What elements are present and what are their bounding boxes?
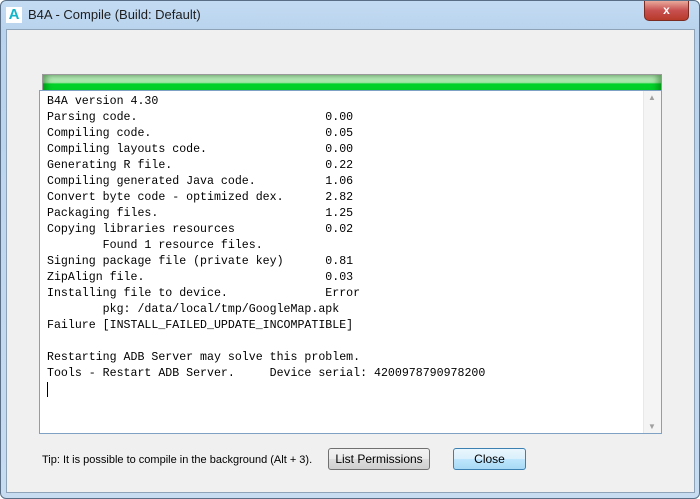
log-line: Parsing code. 0.00: [47, 111, 354, 124]
compile-log-textarea[interactable]: B4A version 4.30 Parsing code. 0.00 Comp…: [39, 90, 662, 434]
log-line: Packaging files. 1.25: [47, 207, 354, 220]
tip-text: Tip: It is possible to compile in the ba…: [42, 454, 313, 466]
log-line: Tools - Restart ADB Server. Device seria…: [47, 367, 486, 380]
log-line: Convert byte code - optimized dex. 2.82: [47, 191, 354, 204]
compile-log-text: B4A version 4.30 Parsing code. 0.00 Comp…: [47, 94, 485, 398]
log-line: Compiling code. 0.05: [47, 127, 354, 140]
compile-window: A B4A - Compile (Build: Default) x B4A v…: [0, 0, 700, 499]
log-line: Failure [INSTALL_FAILED_UPDATE_INCOMPATI…: [47, 319, 354, 332]
scroll-down-arrow-icon[interactable]: ▼: [648, 422, 656, 431]
window-close-button[interactable]: x: [644, 1, 689, 21]
b4a-app-icon: A: [6, 7, 22, 23]
log-line: Copying libraries resources 0.02: [47, 223, 354, 236]
title-bar: A B4A - Compile (Build: Default) x: [1, 1, 699, 29]
log-line: Generating R file. 0.22: [47, 159, 354, 172]
list-permissions-button[interactable]: List Permissions: [328, 448, 430, 470]
log-line: B4A version 4.30: [47, 95, 159, 108]
log-line: Compiling layouts code. 0.00: [47, 143, 354, 156]
log-line: Installing file to device. Error: [47, 287, 361, 300]
log-line: Compiling generated Java code. 1.06: [47, 175, 354, 188]
log-line: Restarting ADB Server may solve this pro…: [47, 351, 361, 364]
vertical-scrollbar[interactable]: ▲ ▼: [643, 91, 661, 433]
log-line: Signing package file (private key) 0.81: [47, 255, 354, 268]
dialog-body: B4A version 4.30 Parsing code. 0.00 Comp…: [6, 29, 695, 493]
window-title: B4A - Compile (Build: Default): [28, 7, 201, 22]
text-caret: [47, 382, 48, 397]
log-line: ZipAlign file. 0.03: [47, 271, 354, 284]
log-line: pkg: /data/local/tmp/GoogleMap.apk: [47, 303, 340, 316]
scroll-up-arrow-icon[interactable]: ▲: [648, 93, 656, 102]
close-button[interactable]: Close: [453, 448, 526, 470]
log-line: Found 1 resource files.: [47, 239, 263, 252]
